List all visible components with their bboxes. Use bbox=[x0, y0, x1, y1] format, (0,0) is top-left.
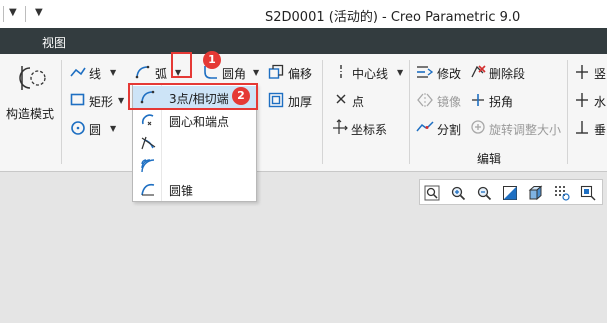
group-divider bbox=[61, 60, 62, 164]
group-divider bbox=[567, 60, 568, 164]
rectangle-dropdown-icon[interactable]: ▼ bbox=[118, 96, 124, 105]
modify-button[interactable]: 修改 bbox=[437, 65, 461, 82]
arc-3-tangent-icon bbox=[140, 135, 156, 151]
offset-icon[interactable] bbox=[268, 64, 284, 80]
vertical-constraint-icon[interactable] bbox=[574, 64, 590, 80]
quick-access-divider bbox=[25, 6, 26, 22]
graphics-toolbar bbox=[419, 179, 603, 205]
line-button[interactable]: 线 bbox=[89, 65, 101, 82]
delete-segment-icon[interactable] bbox=[470, 64, 486, 80]
window-title: S2D0001 (活动的) - Creo Parametric 9.0 bbox=[265, 10, 521, 25]
ribbon: 构造模式 线 ▼ 矩形 ▼ 圆 ▼ 弧 ▼ 圆角 ▼ 偏移 加厚 中心线 ▼ 点… bbox=[0, 54, 607, 172]
tab-view[interactable]: 视图 bbox=[42, 34, 66, 51]
menu-item-center-and-ends[interactable]: 圆心和端点 bbox=[133, 109, 256, 132]
fillet-button[interactable]: 圆角 bbox=[222, 65, 246, 82]
line-dropdown-icon[interactable]: ▼ bbox=[110, 68, 116, 77]
point-button[interactable]: 点 bbox=[352, 93, 364, 110]
arc-dropdown-highlight-box bbox=[171, 52, 192, 78]
divide-icon[interactable] bbox=[416, 119, 434, 135]
menu-item-conic[interactable]: 圆锥 bbox=[133, 178, 256, 201]
menu-item-concentric-arc[interactable] bbox=[133, 155, 256, 178]
centerline-button[interactable]: 中心线 bbox=[352, 65, 388, 82]
corner-button[interactable]: 拐角 bbox=[489, 93, 513, 110]
coordinate-system-button[interactable]: 坐标系 bbox=[351, 121, 387, 138]
arc-button[interactable]: 弧 bbox=[155, 65, 167, 82]
conic-icon bbox=[140, 181, 156, 197]
arc-concentric-icon bbox=[140, 158, 156, 174]
editing-group-label: 编辑 bbox=[477, 152, 502, 166]
circle-dropdown-icon[interactable]: ▼ bbox=[110, 124, 116, 133]
sketch-view-icon[interactable] bbox=[580, 185, 596, 201]
perpendicular-constraint-button[interactable]: 垂 bbox=[594, 121, 606, 138]
step-badge-2: 2 bbox=[232, 87, 250, 105]
circle-button[interactable]: 圆 bbox=[89, 121, 101, 138]
rectangle-icon[interactable] bbox=[70, 93, 86, 107]
display-style-icon[interactable] bbox=[528, 185, 544, 201]
delete-segment-button[interactable]: 删除段 bbox=[489, 65, 525, 82]
centerline-dropdown-icon[interactable]: ▼ bbox=[397, 68, 403, 77]
arc-icon[interactable] bbox=[135, 64, 151, 80]
divide-button[interactable]: 分割 bbox=[437, 121, 461, 138]
perpendicular-constraint-icon[interactable] bbox=[574, 119, 590, 135]
zoom-out-icon[interactable] bbox=[476, 185, 492, 201]
centerline-icon[interactable] bbox=[336, 64, 346, 80]
mirror-icon bbox=[416, 92, 434, 108]
modify-icon[interactable] bbox=[416, 64, 434, 80]
fillet-dropdown-icon[interactable]: ▼ bbox=[253, 68, 259, 77]
step-badge-1: 1 bbox=[203, 51, 221, 69]
circle-icon[interactable] bbox=[70, 120, 86, 136]
ribbon-tab-bar: 视图 bbox=[0, 28, 607, 54]
rectangle-button[interactable]: 矩形 bbox=[89, 93, 113, 110]
title-bar: ▼ ▼ S2D0001 (活动的) - Creo Parametric 9.0 bbox=[0, 0, 607, 28]
horizontal-constraint-icon[interactable] bbox=[574, 92, 590, 108]
arc-center-ends-icon bbox=[140, 112, 156, 128]
group-divider bbox=[409, 60, 410, 164]
menu-item-label: 圆心和端点 bbox=[169, 115, 230, 129]
coordinate-system-icon[interactable] bbox=[332, 119, 348, 135]
zoom-in-icon[interactable] bbox=[450, 185, 466, 201]
offset-button[interactable]: 偏移 bbox=[288, 65, 312, 82]
refit-icon[interactable] bbox=[424, 185, 440, 201]
thicken-button[interactable]: 加厚 bbox=[288, 93, 312, 110]
group-divider bbox=[322, 60, 323, 164]
horizontal-constraint-button[interactable]: 水 bbox=[594, 93, 606, 110]
rotate-resize-icon bbox=[470, 119, 486, 135]
repaint-icon[interactable] bbox=[502, 185, 518, 201]
construction-mode-label[interactable]: 构造模式 bbox=[6, 105, 54, 122]
construction-mode-icon[interactable] bbox=[16, 64, 46, 92]
rotate-resize-button: 旋转调整大小 bbox=[489, 123, 562, 137]
vertical-constraint-button[interactable]: 竖 bbox=[594, 65, 606, 82]
corner-icon[interactable] bbox=[470, 92, 486, 108]
quick-access-dropdown[interactable]: ▼ bbox=[9, 7, 17, 18]
sketch-display-icon[interactable] bbox=[554, 185, 570, 201]
mirror-button: 镜像 bbox=[437, 95, 462, 109]
quick-access-divider bbox=[3, 6, 4, 22]
point-icon[interactable] bbox=[335, 93, 347, 105]
thicken-icon[interactable] bbox=[268, 92, 284, 108]
line-icon[interactable] bbox=[70, 65, 86, 79]
menu-item-label: 圆锥 bbox=[169, 184, 194, 198]
menu-item-tangent-arc[interactable] bbox=[133, 132, 256, 155]
customize-dropdown-icon[interactable]: ▼ bbox=[35, 7, 43, 18]
